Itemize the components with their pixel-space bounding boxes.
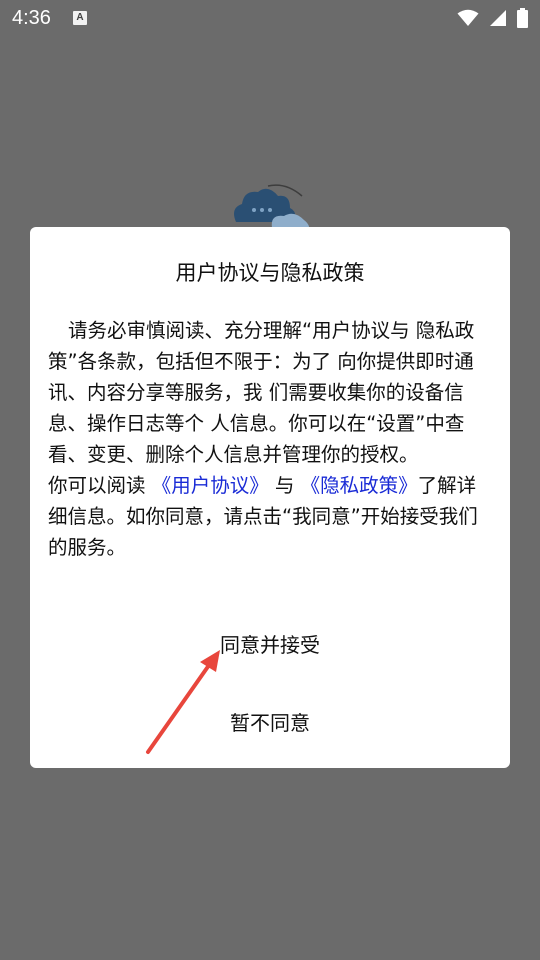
body-text-1: 请务必审慎阅读、充分理解“用户协议与 隐私政策”各条款，包括但不限于：为了 向你…: [48, 319, 475, 466]
dialog-body: 请务必审慎阅读、充分理解“用户协议与 隐私政策”各条款，包括但不限于：为了 向你…: [48, 315, 494, 563]
privacy-policy-link[interactable]: 《隐私政策》: [301, 474, 418, 497]
status-right: [457, 8, 528, 28]
signal-icon: [490, 10, 506, 26]
status-bar: 4:36 A: [0, 0, 540, 36]
body-paragraph-1: 请务必审慎阅读、充分理解“用户协议与 隐私政策”各条款，包括但不限于：为了 向你…: [48, 315, 494, 470]
battery-icon: [517, 8, 528, 28]
privacy-dialog: 用户协议与隐私政策 请务必审慎阅读、充分理解“用户协议与 隐私政策”各条款，包括…: [30, 227, 510, 768]
decline-button[interactable]: 暂不同意: [30, 701, 510, 741]
status-left: 4:36 A: [12, 7, 87, 30]
wifi-icon: [457, 9, 479, 26]
red-arrow-annotation: [146, 650, 220, 754]
user-agreement-link[interactable]: 《用户协议》: [152, 474, 269, 497]
status-time: 4:36: [12, 6, 51, 29]
body-paragraph-2: 你可以阅读 《用户协议》 与 《隐私政策》了解详细信息。如你同意，请点击“我同意…: [48, 470, 494, 563]
body-text-2-prefix: 你可以阅读: [48, 474, 152, 497]
dialog-title: 用户协议与隐私政策: [175, 261, 365, 285]
notification-icon: A: [72, 11, 87, 25]
accept-button[interactable]: 同意并接受: [30, 623, 510, 663]
body-text-2-and: 与: [268, 474, 301, 497]
